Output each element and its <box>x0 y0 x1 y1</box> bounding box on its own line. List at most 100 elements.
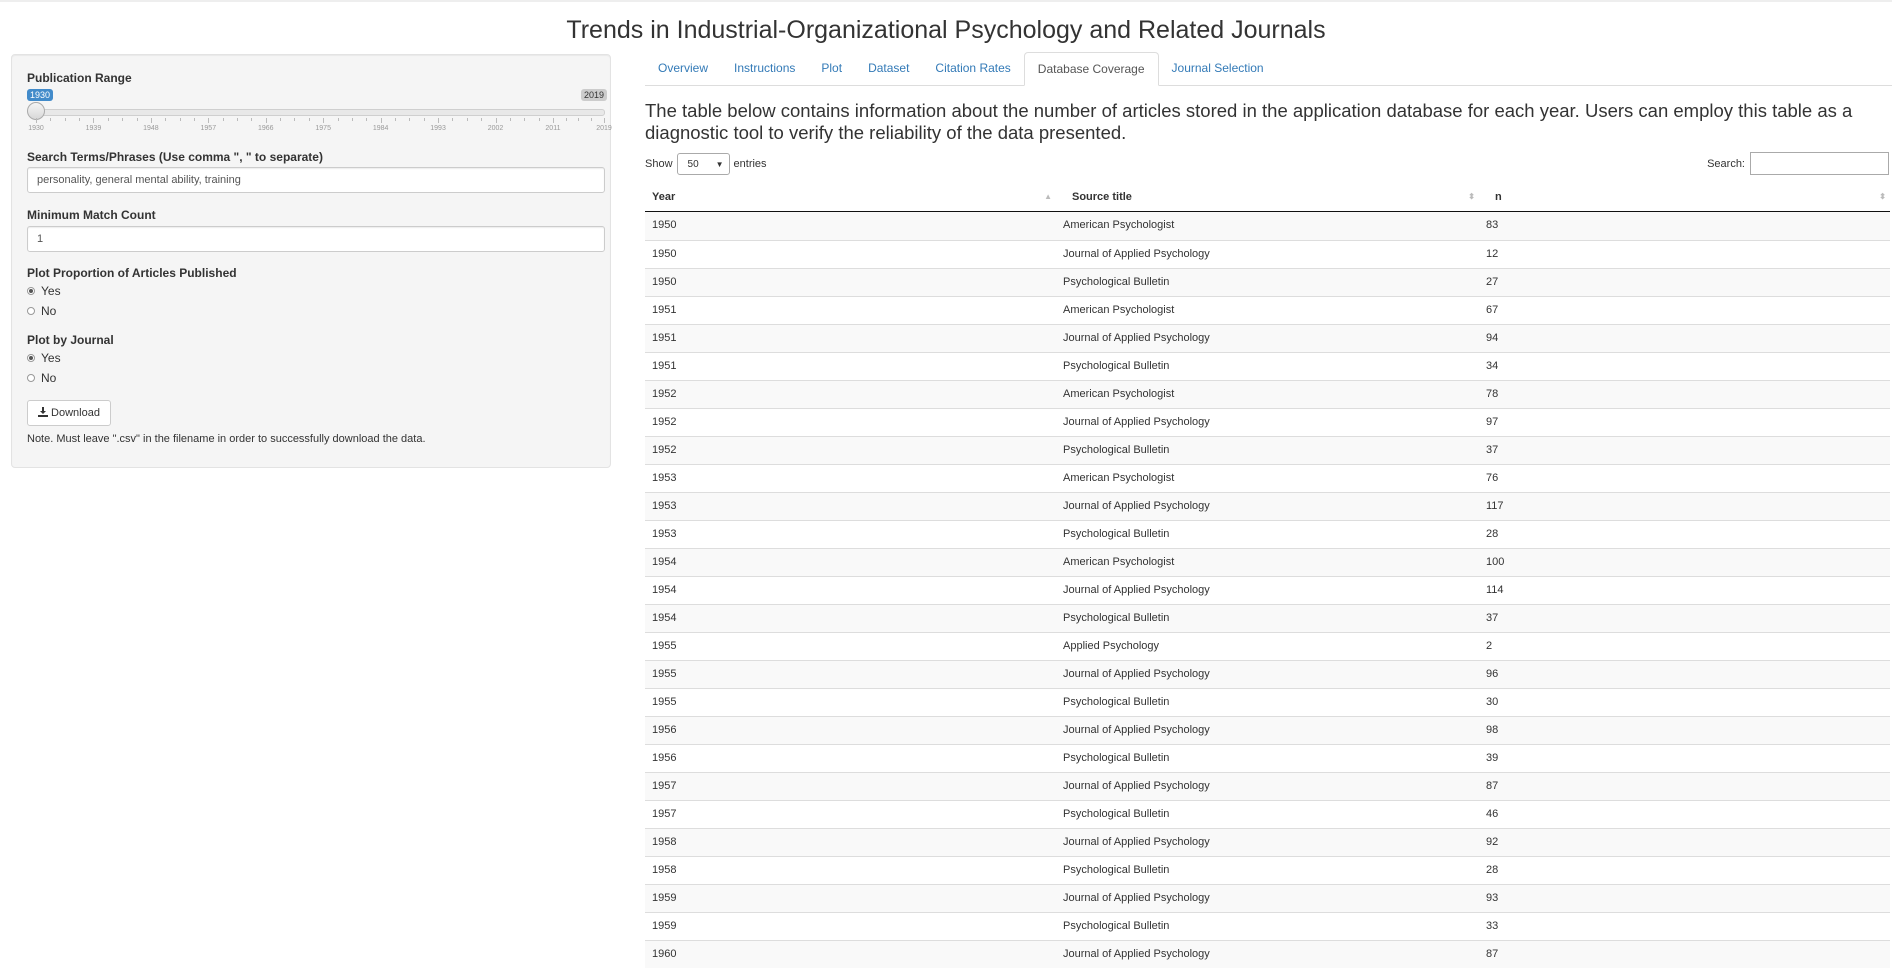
cell-n: 98 <box>1486 724 1499 736</box>
slider-minor-tick <box>193 118 195 121</box>
radio-selected-icon[interactable] <box>27 287 35 295</box>
cell-n: 27 <box>1486 276 1499 288</box>
cell-n: 34 <box>1486 360 1499 372</box>
cell-year: 1950 <box>652 248 677 260</box>
column-header-n[interactable]: n ⬍ <box>1479 183 1890 211</box>
tab-plot[interactable]: Plot <box>808 52 855 85</box>
table-row: 1959 Journal of Applied Psychology 93 <box>645 884 1890 912</box>
slider-minor-tick <box>136 118 138 121</box>
table-row: 1957 Journal of Applied Psychology 87 <box>645 772 1890 800</box>
slider-tick <box>552 118 554 123</box>
sort-icon: ▲ <box>1044 192 1052 201</box>
coverage-description: The table below contains information abo… <box>645 100 1853 143</box>
slider-tick <box>150 118 152 123</box>
cell-year: 1960 <box>652 948 677 960</box>
tab-journal-selection[interactable]: Journal Selection <box>1159 52 1277 85</box>
plot-by-journal-no[interactable]: No <box>27 371 56 385</box>
entries-select[interactable]: 50 ▼ <box>676 153 730 175</box>
slider-minor-tick <box>50 118 52 121</box>
cell-year: 1954 <box>652 612 677 624</box>
cell-source-title: Applied Psychology <box>1063 640 1160 652</box>
cell-year: 1958 <box>652 836 677 848</box>
table-header: Year ▲ Source title ⬍ n ⬍ <box>645 183 1890 212</box>
cell-year: 1955 <box>652 640 677 652</box>
table-row: 1950 Psychological Bulletin 27 <box>645 268 1890 296</box>
cell-n: 96 <box>1486 668 1499 680</box>
slider-track[interactable] <box>35 109 605 116</box>
cell-year: 1955 <box>652 696 677 708</box>
table-row: 1953 Psychological Bulletin 28 <box>645 520 1890 548</box>
slider-from-badge: 1930 <box>27 89 54 101</box>
cell-year: 1950 <box>652 276 677 288</box>
tab-citation-rates[interactable]: Citation Rates <box>922 52 1023 85</box>
column-header-label: Year <box>652 191 676 203</box>
download-note: Note. Must leave ".csv" in the filename … <box>27 433 426 445</box>
cell-source-title: American Psychologist <box>1063 219 1175 231</box>
radio-unselected-icon[interactable] <box>27 307 35 315</box>
slider-minor-tick <box>237 118 239 121</box>
plot-proportion-yes[interactable]: Yes <box>27 284 61 298</box>
tab-bar: Overview Instructions Plot Dataset Citation … <box>645 52 1892 86</box>
show-label: Show <box>645 158 673 170</box>
download-button[interactable]: Download <box>27 400 111 426</box>
cell-n: 2 <box>1486 640 1493 652</box>
slider-tick <box>265 118 267 123</box>
cell-source-title: Psychological Bulletin <box>1063 920 1170 932</box>
plot-proportion-no[interactable]: No <box>27 304 56 318</box>
slider-minor-tick <box>222 118 224 121</box>
cell-n: 97 <box>1486 416 1499 428</box>
column-header-source-title[interactable]: Source title ⬍ <box>1056 183 1479 211</box>
radio-selected-icon[interactable] <box>27 354 35 362</box>
table-search-input[interactable] <box>1750 152 1889 175</box>
plot-proportion-label: Plot Proportion of Articles Published <box>27 266 237 280</box>
table-search: Search: <box>1707 152 1889 175</box>
table-row: 1950 American Psychologist 83 <box>645 212 1890 240</box>
cell-n: 94 <box>1486 332 1499 344</box>
entries-label: entries <box>733 158 767 170</box>
slider-minor-tick <box>251 118 253 121</box>
cell-year: 1956 <box>652 752 677 764</box>
cell-source-title: Journal of Applied Psychology <box>1063 892 1210 904</box>
publication-range-slider[interactable]: 1930 2019 1930 1939 1948 1957 1966 1975 1984 19… <box>27 89 612 149</box>
column-header-year[interactable]: Year ▲ <box>645 183 1056 211</box>
cell-year: 1953 <box>652 528 677 540</box>
table-row: 1954 American Psychologist 100 <box>645 548 1890 576</box>
tab-instructions[interactable]: Instructions <box>721 52 808 85</box>
cell-year: 1959 <box>652 920 677 932</box>
radio-label: No <box>41 371 57 385</box>
cell-year: 1954 <box>652 584 677 596</box>
cell-year: 1952 <box>652 416 677 428</box>
min-match-input[interactable] <box>27 226 605 252</box>
tab-database-coverage[interactable]: Database Coverage <box>1023 52 1159 86</box>
slider-minor-tick <box>409 118 411 121</box>
radio-label: No <box>41 304 57 318</box>
slider-tick-label: 2019 <box>596 125 612 132</box>
tab-overview[interactable]: Overview <box>645 52 721 85</box>
slider-minor-tick <box>294 118 296 121</box>
cell-n: 100 <box>1486 556 1505 568</box>
slider-tick-label: 1957 <box>200 125 217 132</box>
slider-tick <box>495 118 497 123</box>
slider-minor-tick <box>308 118 310 121</box>
table-row: 1951 Psychological Bulletin 34 <box>645 352 1890 380</box>
cell-source-title: Journal of Applied Psychology <box>1063 500 1210 512</box>
cell-source-title: Psychological Bulletin <box>1063 808 1170 820</box>
column-header-label: n <box>1495 191 1502 203</box>
tab-dataset[interactable]: Dataset <box>855 52 922 85</box>
radio-unselected-icon[interactable] <box>27 374 35 382</box>
slider-tick-label: 2011 <box>545 125 561 132</box>
table-row: 1955 Applied Psychology 2 <box>645 632 1890 660</box>
slider-minor-tick <box>179 118 181 121</box>
entries-select-value: 50 <box>687 158 699 170</box>
slider-minor-tick <box>466 118 468 121</box>
search-terms-input[interactable] <box>27 167 605 193</box>
plot-by-journal-yes[interactable]: Yes <box>27 351 61 365</box>
cell-source-title: Journal of Applied Psychology <box>1063 416 1210 428</box>
table-body: 1950 American Psychologist 83 1950 Journal o… <box>645 212 1890 968</box>
cell-n: 37 <box>1486 612 1499 624</box>
slider-minor-tick <box>337 118 339 121</box>
cell-year: 1950 <box>652 219 677 231</box>
cell-source-title: Journal of Applied Psychology <box>1063 248 1210 260</box>
cell-source-title: American Psychologist <box>1063 556 1175 568</box>
table-row: 1952 American Psychologist 78 <box>645 380 1890 408</box>
